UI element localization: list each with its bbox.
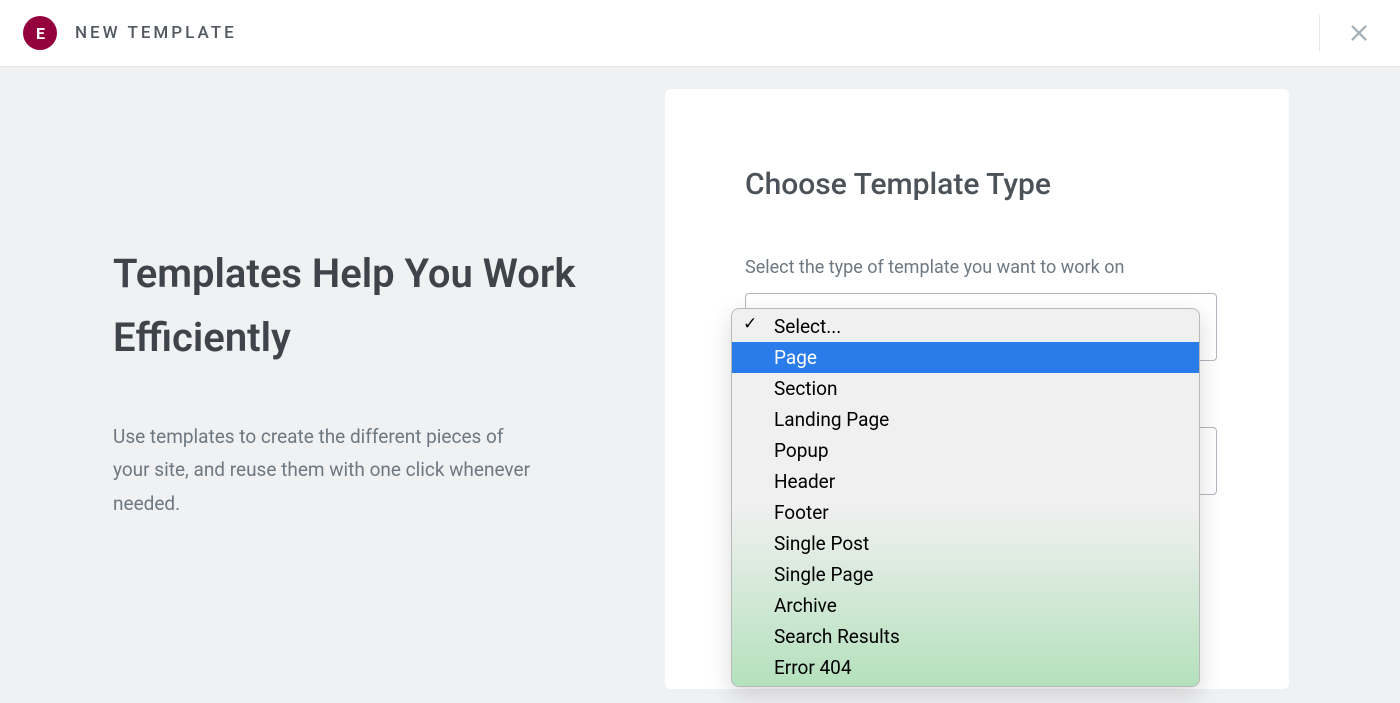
dropdown-option[interactable]: Page [732, 342, 1199, 373]
dropdown-option[interactable]: Single Page [732, 559, 1199, 590]
card-title: Choose Template Type [745, 167, 1209, 202]
close-icon[interactable] [1348, 22, 1370, 44]
dropdown-option[interactable]: Search Results [732, 621, 1199, 652]
info-heading: Templates Help You Work Efficiently [113, 242, 605, 370]
dropdown-option[interactable]: ✓ Select... [732, 309, 1199, 342]
dropdown-option-label: Section [774, 377, 837, 400]
dropdown-option[interactable]: Error 404 [732, 652, 1199, 686]
top-bar: E NEW TEMPLATE [0, 0, 1400, 67]
dropdown-option[interactable]: Single Post [732, 528, 1199, 559]
dropdown-option-label: Landing Page [774, 408, 889, 431]
dropdown-option-label: Archive [774, 594, 837, 617]
dropdown-option[interactable]: Section [732, 373, 1199, 404]
info-panel: Templates Help You Work Efficiently Use … [0, 67, 665, 703]
dropdown-option[interactable]: Footer [732, 497, 1199, 528]
create-button-edge[interactable] [1199, 529, 1200, 597]
page-title: NEW TEMPLATE [75, 23, 237, 43]
template-type-label: Select the type of template you want to … [745, 257, 1209, 278]
checkmark-icon: ✓ [743, 311, 757, 338]
dropdown-options-container: ✓ Select... Page Section Landing Page Popup He… [732, 309, 1199, 686]
dropdown-option-label: Error 404 [774, 656, 852, 679]
elementor-logo-icon: E [23, 16, 57, 50]
dropdown-option-label: Footer [774, 501, 829, 524]
dropdown-option[interactable]: Archive [732, 590, 1199, 621]
dropdown-option-label: Single Page [774, 563, 873, 586]
dropdown-option-label: Search Results [774, 625, 900, 648]
header-right [1319, 15, 1370, 51]
dropdown-option-label: Page [774, 346, 817, 369]
dropdown-option-label: Select... [774, 315, 841, 338]
dropdown-option[interactable]: Header [732, 466, 1199, 497]
dropdown-option-label: Header [774, 470, 835, 493]
dropdown-option[interactable]: Popup [732, 435, 1199, 466]
dropdown-option-label: Popup [774, 439, 829, 462]
header-left: E NEW TEMPLATE [23, 16, 237, 50]
dropdown-option-label: Single Post [774, 532, 869, 555]
template-type-dropdown: ✓ Select... Page Section Landing Page Popup He… [731, 308, 1200, 687]
logo-letter: E [36, 24, 44, 43]
dropdown-option[interactable]: Landing Page [732, 404, 1199, 435]
info-description: Use templates to create the different pi… [113, 420, 533, 520]
